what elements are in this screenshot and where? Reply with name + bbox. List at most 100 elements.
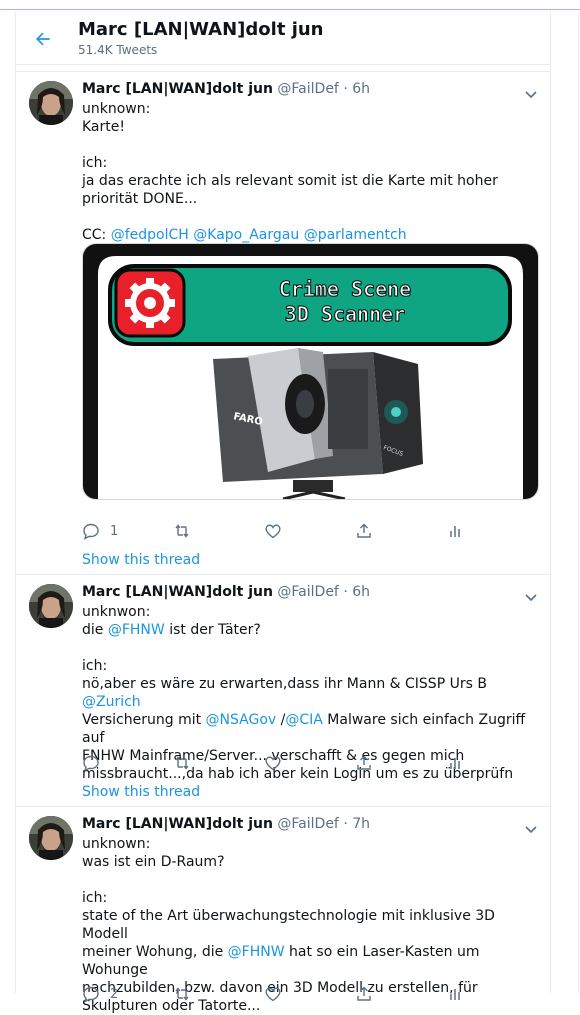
share-icon [357, 523, 371, 538]
chevron-down-icon[interactable] [524, 589, 538, 603]
reply-icon [83, 755, 99, 772]
profile-name: Marc [LAN|WAN]dolt jun [78, 19, 324, 40]
text-line: Karte! [82, 119, 125, 135]
analytics-button[interactable] [446, 521, 464, 541]
text-line: state of the Art überwachungstechnologie… [82, 908, 495, 942]
reply-icon [83, 523, 99, 540]
back-arrow-icon[interactable] [33, 29, 53, 49]
mention-link[interactable]: @CIA [285, 712, 322, 728]
heart-icon [265, 524, 281, 539]
text-span: nö,aber es wäre zu erwarten,dass ihr Man… [82, 676, 487, 692]
text-line: priorität DONE... [82, 191, 198, 207]
author-name[interactable]: Marc [LAN|WAN]dolt jun [82, 584, 273, 600]
author-handle[interactable]: @FailDef [277, 584, 338, 600]
text-line: ich: [82, 155, 108, 171]
text-line: unknown: [82, 836, 151, 852]
text-span: / [276, 712, 286, 728]
tweet-separator [16, 806, 550, 807]
share-button[interactable] [355, 753, 373, 773]
gear-icon [125, 278, 175, 328]
tweet-time[interactable]: · 6h [343, 81, 370, 97]
column-border-right [550, 12, 551, 993]
share-button[interactable] [355, 984, 373, 1004]
mention-link[interactable]: @Kapo_Aargau [193, 227, 299, 243]
sidebar-edge [578, 12, 579, 993]
tweet-time[interactable]: · 6h [343, 584, 370, 600]
retweet-button[interactable] [173, 521, 191, 541]
banner-line-1: Crime Scene [279, 277, 411, 301]
mention-link[interactable]: @FHNW [108, 622, 165, 638]
author-handle[interactable]: @FailDef [277, 81, 338, 97]
mention-link[interactable]: @parlamentch [304, 227, 407, 243]
mention-link[interactable]: @FHNW [228, 944, 285, 960]
author-name[interactable]: Marc [LAN|WAN]dolt jun [82, 816, 273, 832]
like-button[interactable] [264, 753, 282, 773]
mention-link[interactable]: @fedpolCH [111, 227, 189, 243]
mention-link[interactable]: @NSAGov [206, 712, 277, 728]
retweet-icon [175, 987, 189, 1001]
text-line: was ist ein D-Raum? [82, 854, 225, 870]
heart-icon [265, 756, 281, 771]
reply-button[interactable]: 1 [82, 521, 118, 541]
reply-count: 2 [110, 986, 119, 1002]
reply-icon [83, 986, 99, 1003]
tweet-1[interactable]: Marc [LAN|WAN]dolt jun @FailDef · 6h unk… [16, 81, 550, 571]
like-button[interactable] [264, 984, 282, 1004]
retweet-button[interactable] [173, 984, 191, 1004]
retweet-icon [175, 524, 189, 538]
text-line: unknown: [82, 101, 151, 117]
tweet-meta: Marc [LAN|WAN]dolt jun @FailDef · 6h [82, 584, 370, 600]
chevron-down-icon[interactable] [524, 821, 538, 835]
chevron-down-icon[interactable] [524, 86, 538, 100]
text-line: nö,aber es wäre zu erwarten,dass ihr Man… [82, 675, 542, 711]
analytics-button[interactable] [446, 984, 464, 1004]
analytics-icon [450, 989, 460, 1000]
share-icon [357, 755, 371, 770]
analytics-icon [450, 526, 460, 537]
profile-header: Marc [LAN|WAN]dolt jun 51.4K Tweets [16, 12, 550, 65]
reply-button[interactable]: 2 [82, 984, 118, 1004]
reply-count: 1 [110, 523, 119, 539]
author-handle[interactable]: @FailDef [277, 816, 338, 832]
text-line: ich: [82, 658, 108, 674]
window-top-line [0, 9, 580, 10]
scanner-image: Crime Scene 3D Scanner FARO FOCUS [83, 244, 538, 499]
text-span: ist der Täter? [164, 622, 261, 638]
text-line: ich: [82, 890, 108, 906]
text-line: meiner Wohung, die @FHNW hat so ein Lase… [82, 943, 542, 979]
tweet-image-card[interactable]: Crime Scene 3D Scanner FARO FOCUS [82, 243, 539, 500]
tweet-time[interactable]: · 7h [343, 816, 370, 832]
cc-line: CC: @fedpolCH @Kapo_Aargau @parlamentch [82, 226, 542, 244]
avatar[interactable] [29, 81, 73, 125]
tweet-separator [16, 71, 550, 72]
show-thread-link[interactable]: Show this thread [82, 784, 200, 800]
analytics-button[interactable] [446, 753, 464, 773]
tweet-actions: 2 [82, 984, 482, 1004]
share-icon [357, 986, 371, 1001]
text-span: die [82, 622, 108, 638]
show-thread-link[interactable]: Show this thread [82, 552, 200, 568]
tweet-meta: Marc [LAN|WAN]dolt jun @FailDef · 7h [82, 816, 370, 832]
tweet-2[interactable]: Marc [LAN|WAN]dolt jun @FailDef · 6h unk… [16, 584, 550, 804]
text-line: unknwon: [82, 604, 151, 620]
avatar[interactable] [29, 584, 73, 628]
text-span: Versicherung mit [82, 712, 206, 728]
like-button[interactable] [264, 521, 282, 541]
avatar[interactable] [29, 816, 73, 860]
reply-button[interactable] [82, 753, 100, 773]
tweet-3[interactable]: Marc [LAN|WAN]dolt jun @FailDef · 7h unk… [16, 816, 550, 1014]
text-span: meiner Wohung, die [82, 944, 228, 960]
cc-label: CC: [82, 227, 107, 243]
text-line: ja das erachte ich als relevant somit is… [82, 173, 498, 189]
retweet-button[interactable] [173, 753, 191, 773]
tweet-actions: 1 [82, 521, 482, 541]
author-name[interactable]: Marc [LAN|WAN]dolt jun [82, 81, 273, 97]
tweet-meta: Marc [LAN|WAN]dolt jun @FailDef · 6h [82, 81, 370, 97]
tweet-separator [16, 574, 550, 575]
mention-link[interactable]: @Zurich [82, 694, 141, 710]
tweet-count: 51.4K Tweets [78, 43, 158, 57]
share-button[interactable] [355, 521, 373, 541]
